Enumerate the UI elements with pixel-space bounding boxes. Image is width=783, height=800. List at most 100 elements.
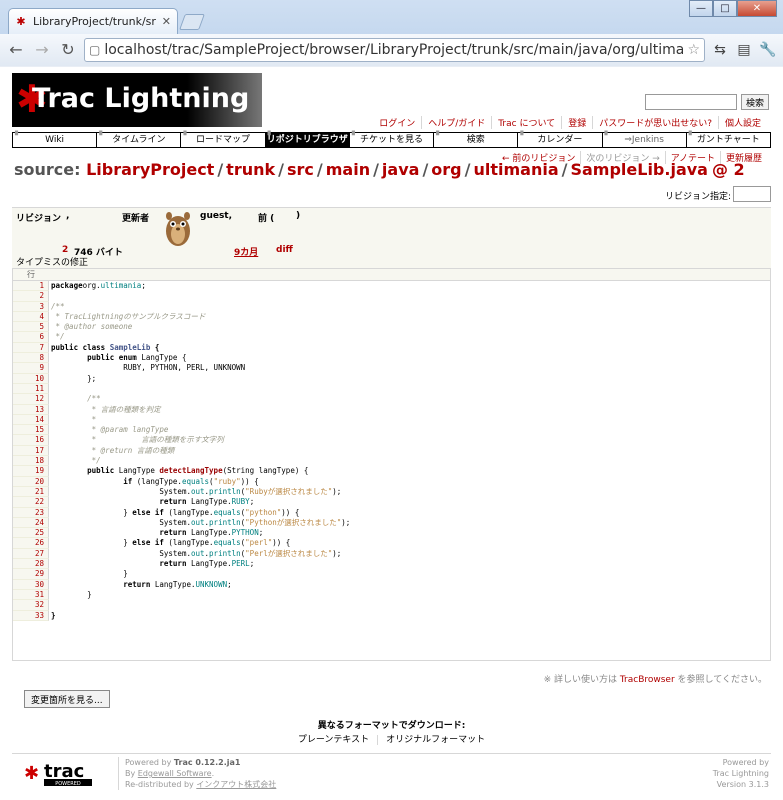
trac-version-link[interactable]: Trac 0.12.2.ja1	[174, 758, 241, 767]
line-number[interactable]: 17	[13, 445, 49, 457]
forward-arrow-icon[interactable]: →	[32, 40, 52, 60]
line-number[interactable]: 33	[13, 610, 49, 621]
line-number[interactable]: 31	[13, 589, 49, 601]
url-text[interactable]: localhost/trac/SampleProject/browser/Lib…	[104, 42, 683, 58]
line-number[interactable]: 10	[13, 373, 49, 384]
code-token: * @param langType	[87, 425, 169, 435]
line-number[interactable]: 21	[13, 486, 49, 498]
trac-lightning-link[interactable]: Trac Lightning	[713, 768, 769, 779]
trac-lightning-logo[interactable]: ✱ Trac Lightning	[12, 73, 262, 127]
help-guide-link[interactable]: ヘルプ/ガイド	[421, 116, 491, 129]
code-line: 19 public LangType detectLangType(String…	[13, 466, 770, 477]
code-token: public	[87, 466, 119, 476]
forgot-password-link[interactable]: パスワードが思い出せない?	[592, 116, 718, 129]
line-number[interactable]: 3	[13, 301, 49, 312]
age-value[interactable]: 9カ月	[234, 245, 258, 258]
path-segment[interactable]: trunk	[226, 160, 275, 179]
nav-tab-7[interactable]: ⇒Jenkins	[601, 129, 686, 147]
line-number[interactable]: 28	[13, 559, 49, 570]
nav-tab-1[interactable]: タイムライン	[96, 129, 180, 147]
line-number[interactable]: 15	[13, 425, 49, 436]
line-number[interactable]: 23	[13, 507, 49, 518]
line-number[interactable]: 11	[13, 383, 49, 395]
original-format-link[interactable]: オリジナルフォーマット	[377, 735, 494, 745]
path-segment[interactable]: src	[287, 160, 314, 179]
code-token: return	[159, 559, 191, 569]
login-link[interactable]: ログイン	[373, 116, 421, 129]
code-token: ;	[258, 528, 264, 538]
maximize-button[interactable]: □	[713, 0, 737, 17]
search-input[interactable]	[644, 94, 737, 110]
new-tab-button[interactable]	[179, 14, 205, 30]
source-revision[interactable]: @ 2	[712, 160, 745, 179]
line-content: if (langType.equals("ruby")) {	[49, 477, 258, 487]
line-number[interactable]: 5	[13, 322, 49, 333]
line-number[interactable]: 14	[13, 414, 49, 426]
path-segment[interactable]: SampleLib.java	[570, 160, 708, 179]
diff-link[interactable]: diff	[276, 245, 293, 255]
view-changes-button[interactable]: 変更箇所を見る...	[24, 690, 110, 708]
line-number[interactable]: 12	[13, 394, 49, 405]
line-number[interactable]: 29	[13, 569, 49, 580]
line-number[interactable]: 9	[13, 363, 49, 374]
line-number[interactable]: 16	[13, 435, 49, 446]
browser-tab[interactable]: ✱ LibraryProject/trunk/src... ✕	[8, 8, 178, 34]
back-arrow-icon[interactable]: ←	[6, 40, 26, 60]
nav-tab-5[interactable]: 検索	[433, 129, 517, 147]
line-number[interactable]: 19	[13, 466, 49, 477]
register-link[interactable]: 登録	[561, 116, 592, 129]
reload-icon[interactable]: ↻	[58, 40, 78, 60]
about-trac-link[interactable]: Trac について	[491, 116, 561, 129]
line-number[interactable]: 4	[13, 311, 49, 323]
line-number[interactable]: 22	[13, 497, 49, 508]
nav-tab-3[interactable]: リポジトリブラウザ	[264, 129, 349, 147]
line-number[interactable]: 20	[13, 476, 49, 487]
search-button[interactable]: 検索	[740, 94, 769, 110]
revision-value[interactable]: 2	[62, 245, 68, 255]
path-segment[interactable]: java	[382, 160, 420, 179]
tracbrowser-link[interactable]: TracBrowser	[620, 675, 675, 685]
close-tab-icon[interactable]: ✕	[162, 15, 171, 28]
line-number[interactable]: 27	[13, 548, 49, 560]
line-number[interactable]: 7	[13, 342, 49, 354]
edgewall-link[interactable]: Edgewall Software	[138, 769, 212, 778]
page-menu-icon[interactable]: ▤	[735, 42, 753, 58]
line-number[interactable]: 2	[13, 291, 49, 302]
address-bar[interactable]: ▢ localhost/trac/SampleProject/browser/L…	[84, 38, 705, 62]
bookmark-star-icon[interactable]: ☆	[687, 42, 700, 58]
tip-suffix: を参照してください。	[674, 675, 767, 685]
nav-tab-6[interactable]: カレンダー	[517, 129, 601, 147]
close-window-button[interactable]: ✕	[737, 0, 777, 17]
line-number[interactable]: 24	[13, 517, 49, 529]
path-segment[interactable]: main	[326, 160, 370, 179]
line-number[interactable]: 32	[13, 600, 49, 611]
code-token: RUBY	[231, 497, 250, 507]
path-segment[interactable]: ultimania	[473, 160, 558, 179]
line-number[interactable]: 25	[13, 528, 49, 539]
lightning-version: Version 3.1.3	[716, 780, 769, 789]
line-number[interactable]: 30	[13, 579, 49, 590]
code-line: 32	[13, 600, 770, 611]
nav-tab-0[interactable]: Wiki	[13, 129, 96, 147]
plain-text-link[interactable]: プレーンテキスト	[290, 735, 377, 745]
path-segment[interactable]: org	[431, 160, 461, 179]
minimize-button[interactable]: —	[689, 0, 713, 17]
line-number[interactable]: 26	[13, 538, 49, 549]
line-number[interactable]: 8	[13, 353, 49, 364]
line-number[interactable]: 6	[13, 332, 49, 343]
extension-icon[interactable]: ⇆	[711, 42, 729, 58]
line-number[interactable]: 1	[13, 281, 49, 292]
nav-tab-2[interactable]: ロードマップ	[180, 129, 264, 147]
trac-powered-logo[interactable]: ✱ trac POWERED	[22, 759, 102, 787]
revision-input[interactable]	[733, 186, 771, 202]
line-number[interactable]: 18	[13, 456, 49, 467]
path-segment[interactable]: LibraryProject	[86, 160, 214, 179]
nav-tab-8[interactable]: ガントチャート	[685, 129, 770, 147]
wrench-icon[interactable]: 🔧	[759, 42, 777, 58]
redistributor-link[interactable]: インクアウト株式会社	[196, 780, 276, 789]
nav-tab-4[interactable]: チケットを見る	[348, 129, 433, 147]
code-token: *	[87, 414, 97, 424]
preferences-link[interactable]: 個人設定	[717, 116, 767, 129]
line-number[interactable]: 13	[13, 404, 49, 415]
